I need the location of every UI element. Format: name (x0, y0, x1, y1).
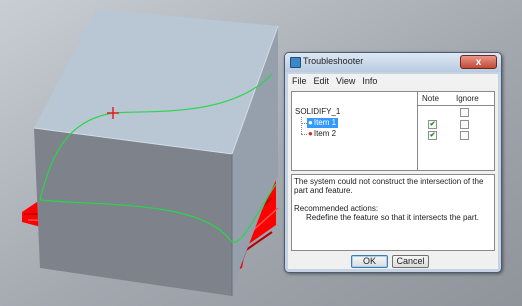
title-bar[interactable]: Troubleshooter x (285, 53, 501, 72)
item-1-note-checkbox[interactable]: ✔ (428, 120, 437, 129)
cube-front-face[interactable] (34, 128, 232, 296)
app-icon (290, 57, 301, 68)
recommended-actions-heading: Recommended actions: (294, 204, 379, 213)
error-message: The system could not construct the inter… (294, 177, 484, 195)
tree-item-1[interactable]: ●Item 1 (307, 118, 339, 128)
column-header-note[interactable]: Note (422, 94, 439, 103)
menu-view[interactable]: View (336, 74, 355, 88)
tree-item-label: Item 2 (313, 129, 337, 138)
ok-button[interactable]: OK (351, 255, 388, 268)
root-ignore-checkbox[interactable] (460, 108, 469, 117)
error-dot-icon: ● (308, 129, 313, 138)
menu-file[interactable]: File (292, 74, 307, 88)
column-header-ignore[interactable]: Ignore (456, 94, 479, 103)
cancel-button[interactable]: Cancel (392, 255, 429, 268)
feature-tree-list[interactable]: Note Ignore SOLIDIFY_1 ●Item 1 ●Item 2 ✔… (291, 91, 495, 171)
dialog-title: Troubleshooter (303, 56, 364, 66)
menu-info[interactable]: Info (362, 74, 377, 88)
close-button[interactable]: x (460, 55, 497, 69)
menu-bar: File Edit View Info (288, 74, 498, 88)
column-divider (417, 92, 418, 170)
dialog-body: Note Ignore SOLIDIFY_1 ●Item 1 ●Item 2 ✔… (288, 88, 498, 269)
tree-item-label: Item 1 (313, 118, 337, 127)
item-1-ignore-checkbox[interactable] (460, 120, 469, 129)
item-2-ignore-checkbox[interactable] (460, 131, 469, 140)
item-2-note-checkbox[interactable]: ✔ (428, 131, 437, 140)
tree-item-2[interactable]: ●Item 2 (307, 129, 338, 139)
troubleshooter-dialog[interactable]: Troubleshooter x File Edit View Info Not… (284, 52, 502, 273)
tree-root-item[interactable]: SOLIDIFY_1 (295, 107, 340, 116)
header-divider (417, 105, 495, 106)
menu-edit[interactable]: Edit (314, 74, 330, 88)
recommended-action: Redefine the feature so that it intersec… (306, 213, 479, 222)
error-dot-icon: ● (308, 118, 313, 127)
tree-connector (301, 117, 302, 134)
message-panel[interactable]: The system could not construct the inter… (291, 174, 495, 251)
